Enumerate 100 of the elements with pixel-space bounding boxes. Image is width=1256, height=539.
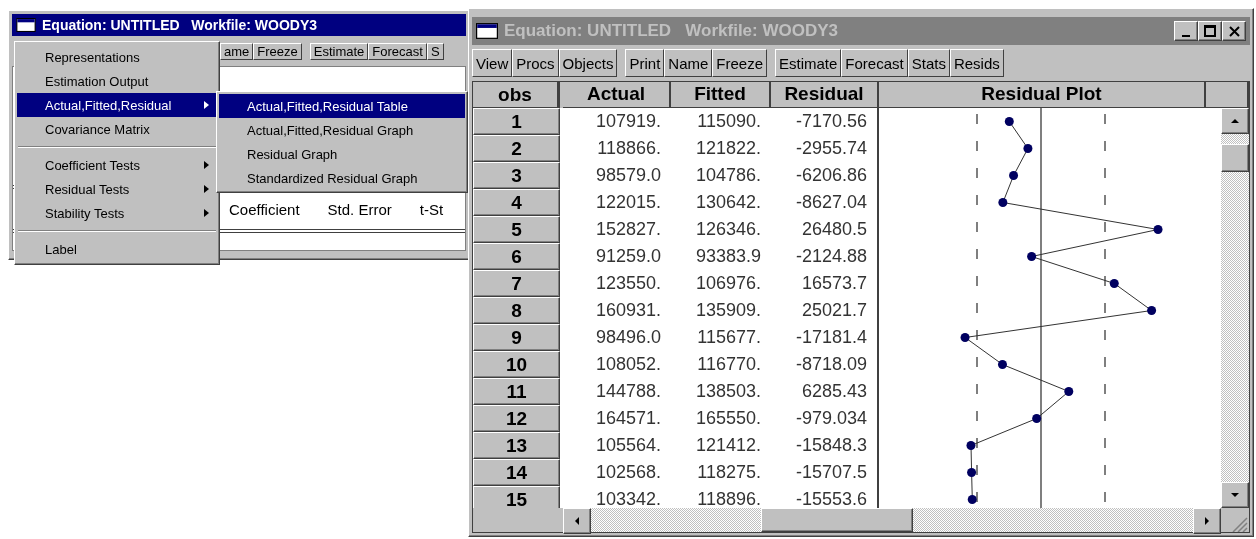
data-point xyxy=(967,468,977,477)
menu-item[interactable]: Stability Tests xyxy=(17,201,217,225)
row-header[interactable]: 4 xyxy=(473,189,560,216)
row-header[interactable]: 6 xyxy=(473,243,560,270)
toolbar-button[interactable]: Forecast xyxy=(368,42,427,60)
table-cell-text: 121822. xyxy=(694,137,762,160)
window-icon[interactable] xyxy=(16,18,36,32)
table-cell-text: 103342. xyxy=(594,488,662,508)
maximize-icon xyxy=(1204,25,1216,37)
scroll-down-button[interactable] xyxy=(1221,482,1249,508)
table-cell-text: 98579.0 xyxy=(594,164,662,187)
vertical-scrollbar[interactable] xyxy=(1221,108,1249,508)
horizontal-scrollbar[interactable] xyxy=(473,508,1249,532)
table-cell: 16573.7 xyxy=(771,270,879,297)
submenu-arrow-icon xyxy=(204,185,209,193)
column-header: Actual xyxy=(563,82,671,109)
menu-item[interactable]: Actual,Fitted,Residual Table xyxy=(219,94,465,118)
scroll-left-button[interactable] xyxy=(563,508,591,534)
column-header: Std. Error xyxy=(327,200,392,218)
column-header: t-St xyxy=(419,200,444,218)
toolbar-button[interactable]: Forecast xyxy=(841,49,908,77)
row-header[interactable]: 1 xyxy=(473,108,560,135)
table-cell: -8718.09 xyxy=(771,351,879,378)
toolbar-button[interactable]: Resids xyxy=(949,49,1004,77)
menu-item[interactable]: Representations xyxy=(17,45,217,69)
menu-item[interactable]: Coefficient Tests xyxy=(17,153,217,177)
table-cell-text: 165550. xyxy=(694,407,762,430)
table-cell: -15707.5 xyxy=(771,459,879,486)
toolbar-button[interactable]: Print xyxy=(625,49,665,77)
menu-item[interactable]: Residual Graph xyxy=(219,142,465,166)
data-point xyxy=(1147,306,1157,315)
row-header[interactable]: 9 xyxy=(473,324,560,351)
table-cell: 26480.5 xyxy=(771,216,879,243)
column-header: Residual Plot xyxy=(879,82,1206,109)
table-cell-text: 115090. xyxy=(696,110,762,133)
submenu-arrow-icon xyxy=(204,101,209,109)
table-cell-text: 91259.0 xyxy=(594,245,662,268)
toolbar-button[interactable]: View xyxy=(472,49,513,77)
row-header[interactable]: 12 xyxy=(473,405,560,432)
toolbar-button[interactable]: Estimate xyxy=(309,42,369,60)
table-cell-text: 116770. xyxy=(696,353,762,376)
table-cell-text: 118866. xyxy=(596,137,662,160)
row-header[interactable]: 11 xyxy=(473,378,560,405)
table-cell-text: 152827. xyxy=(594,218,662,241)
toolbar-button[interactable]: Objects xyxy=(558,49,618,77)
row-header[interactable]: 14 xyxy=(473,459,560,486)
toolbar-button[interactable]: Procs xyxy=(512,49,559,77)
menu-item[interactable]: Standardized Residual Graph xyxy=(219,166,465,190)
row-header[interactable]: 10 xyxy=(473,351,560,378)
menu-item[interactable]: Covariance Matrix xyxy=(17,117,217,141)
row-header[interactable]: 13 xyxy=(473,432,560,459)
data-point xyxy=(1032,414,1042,423)
menu-item[interactable]: Residual Tests xyxy=(17,177,217,201)
table-cell-text: 98496.0 xyxy=(594,326,662,349)
table-cell-text: 115677. xyxy=(696,326,762,349)
table-cell-text: 93383.9 xyxy=(694,245,762,268)
data-point xyxy=(1027,252,1037,261)
menu-item[interactable]: Estimation Output xyxy=(17,69,217,93)
triangle-arrow-icon xyxy=(1202,516,1212,526)
menu-item[interactable]: Actual,Fitted,Residual Graph xyxy=(219,118,465,142)
column-header: obs xyxy=(473,82,560,109)
table-cell-text: 135909. xyxy=(694,299,762,322)
table-cell-text: 122015. xyxy=(594,191,662,214)
row-header[interactable]: 15 xyxy=(473,486,560,508)
row-header[interactable]: 3 xyxy=(473,162,560,189)
toolbar-button[interactable]: ame xyxy=(220,42,254,60)
data-point xyxy=(966,441,976,450)
row-header[interactable]: 8 xyxy=(473,297,560,324)
table-cell-text: 123550. xyxy=(594,272,662,295)
table-cell: -7170.56 xyxy=(771,108,879,135)
data-point xyxy=(1023,144,1033,153)
minimize-button[interactable] xyxy=(1174,21,1198,41)
toolbar-button[interactable]: Freeze xyxy=(712,49,767,77)
toolbar-button[interactable]: Name xyxy=(664,49,713,77)
menu-item[interactable]: Label xyxy=(17,237,217,261)
row-header[interactable]: 5 xyxy=(473,216,560,243)
column-header: Coefficient xyxy=(229,200,300,218)
toolbar-button[interactable]: Estimate xyxy=(775,49,842,77)
scroll-up-button[interactable] xyxy=(1221,108,1249,134)
row-header[interactable]: 2 xyxy=(473,135,560,162)
close-button[interactable] xyxy=(1222,21,1246,41)
table-cell-text: 160931. xyxy=(594,299,662,322)
toolbar-button[interactable]: Freeze xyxy=(253,42,302,60)
table-cell: -15848.3 xyxy=(771,432,879,459)
column-header: Fitted xyxy=(671,82,771,109)
row-header[interactable]: 7 xyxy=(473,270,560,297)
data-point xyxy=(998,198,1008,207)
window-icon[interactable] xyxy=(476,23,498,39)
table-cell-text: 118896. xyxy=(696,488,762,508)
table-cell-text: 121412. xyxy=(694,434,762,457)
menu-item[interactable]: Actual,Fitted,Residual xyxy=(17,93,217,117)
table-cell: 25021.7 xyxy=(771,297,879,324)
data-point xyxy=(967,495,977,504)
scroll-right-button[interactable] xyxy=(1193,508,1221,534)
table-cell: -17181.4 xyxy=(771,324,879,351)
toolbar-button[interactable]: Stats xyxy=(907,49,950,77)
scroll-thumb[interactable] xyxy=(761,508,913,532)
table-cell-text: 138503. xyxy=(694,380,762,403)
maximize-button[interactable] xyxy=(1198,21,1222,41)
scroll-thumb[interactable] xyxy=(1221,144,1249,172)
